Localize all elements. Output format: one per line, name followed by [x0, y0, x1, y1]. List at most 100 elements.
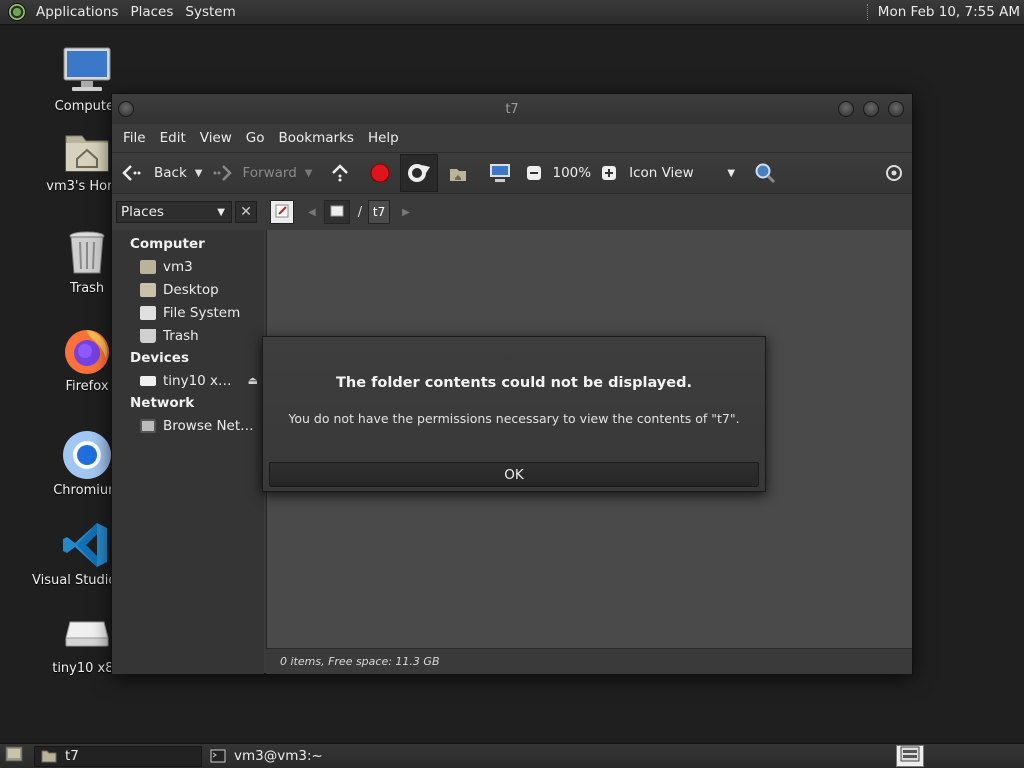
stop-icon[interactable]: [368, 161, 392, 185]
up-arrow-icon[interactable]: [328, 161, 352, 185]
show-desktop-icon: [5, 746, 23, 766]
desktop-folder-icon: [140, 282, 156, 297]
forward-button[interactable]: Forward: [210, 153, 297, 193]
sidebar-item-label: vm3: [163, 258, 193, 275]
status-bar: 0 items, Free space: 11.3 GB: [266, 648, 912, 674]
crumb-root[interactable]: [323, 200, 350, 224]
forward-history-chevron-down-icon[interactable]: ▼: [305, 168, 313, 179]
menu-go[interactable]: Go: [239, 130, 272, 146]
window-title: t7: [505, 101, 519, 117]
sidebar-item-label: Trash: [163, 327, 199, 344]
window-titlebar[interactable]: t7: [112, 94, 912, 124]
sidebar-item-label: tiny10 x…: [163, 372, 232, 389]
taskbar-item-file-manager[interactable]: t7: [34, 745, 202, 767]
sidebar-item-label: File System: [163, 304, 241, 321]
menubar: File Edit View Go Bookmarks Help: [112, 124, 912, 152]
window-menu-button[interactable]: [118, 101, 134, 117]
taskbar-item-terminal[interactable]: vm3@vm3:~: [204, 746, 404, 767]
sidebar-item-desktop[interactable]: Desktop: [112, 278, 264, 301]
drive-icon: [330, 205, 344, 220]
dialog-message: You do not have the permissions necessar…: [288, 411, 740, 426]
close-button[interactable]: [888, 101, 904, 117]
edit-location-button[interactable]: [270, 200, 294, 224]
drive-icon: [62, 608, 112, 658]
filesystem-icon: [140, 305, 156, 320]
throbber-icon: [882, 161, 906, 185]
view-mode-select[interactable]: Icon View ▼: [629, 153, 747, 193]
places-sidebar: Computer vm3 Desktop File System Trash D…: [112, 230, 264, 674]
sidebar-item-browse-network[interactable]: Browse Net…: [112, 414, 264, 437]
search-icon[interactable]: [753, 161, 777, 185]
zoom-in-icon[interactable]: [597, 161, 621, 185]
close-icon: ✕: [240, 204, 252, 220]
crumb-scroll-right-icon[interactable]: ▶: [402, 207, 410, 218]
menu-file[interactable]: File: [116, 130, 153, 146]
back-history-chevron-down-icon[interactable]: ▼: [195, 168, 203, 179]
menu-bookmarks[interactable]: Bookmarks: [272, 130, 361, 146]
sidebar-heading-computer: Computer: [130, 236, 205, 252]
bottom-panel: t7 vm3@vm3:~: [0, 743, 1024, 768]
sidebar-item-tiny10[interactable]: tiny10 x… ⏏: [112, 369, 264, 392]
maximize-button[interactable]: [863, 101, 879, 117]
clock[interactable]: Mon Feb 10, 7:55 AM: [878, 4, 1020, 20]
crumb-scroll-left-icon[interactable]: ◀: [308, 207, 316, 218]
sidebar-item-file-system[interactable]: File System: [112, 301, 264, 324]
computer-icon: [62, 46, 112, 96]
show-desktop-button[interactable]: [2, 746, 26, 767]
mate-logo-icon[interactable]: [8, 3, 26, 21]
top-menu: Applications Places System: [0, 0, 242, 24]
status-text: 0 items, Free space: 11.3 GB: [280, 655, 440, 668]
top-panel: Applications Places System Mon Feb 10, 7…: [0, 0, 1024, 25]
system-menu[interactable]: System: [179, 4, 241, 20]
vscode-icon: [62, 520, 112, 570]
zoom-level[interactable]: 100%: [552, 153, 591, 193]
arrow-right-icon: [210, 161, 234, 185]
error-dialog: The folder contents could not be display…: [262, 336, 766, 492]
home-icon[interactable]: [446, 161, 470, 185]
applications-menu[interactable]: Applications: [30, 4, 124, 20]
menu-help[interactable]: Help: [361, 130, 406, 146]
sidebar-type-select[interactable]: Places ▼: [116, 201, 232, 223]
terminal-icon: [210, 749, 226, 763]
menu-edit[interactable]: Edit: [153, 130, 193, 146]
firefox-icon: [62, 326, 112, 376]
view-mode-chevron-down-icon: ▼: [727, 167, 736, 179]
top-panel-right: Mon Feb 10, 7:55 AM: [866, 0, 1024, 24]
trash-icon: [62, 228, 112, 278]
workspace-switcher[interactable]: [896, 745, 924, 767]
crumb-current[interactable]: t7: [368, 200, 391, 224]
menu-view[interactable]: View: [193, 130, 239, 146]
sidebar-heading-network: Network: [130, 395, 195, 411]
pencil-icon: [275, 204, 289, 221]
home-folder-icon: [140, 259, 156, 274]
sidebar-type-value: Places: [121, 204, 164, 220]
forward-label: Forward: [242, 165, 297, 181]
panel-handle: [866, 4, 870, 20]
back-label: Back: [154, 165, 187, 181]
arrow-left-icon: [120, 161, 144, 185]
taskbar-item-label: vm3@vm3:~: [234, 748, 323, 764]
close-sidebar-button[interactable]: ✕: [235, 201, 257, 223]
crumb-separator: /: [357, 204, 363, 220]
zoom-out-icon[interactable]: [522, 161, 546, 185]
computer-icon[interactable]: [488, 161, 512, 185]
taskbar-item-label: t7: [65, 748, 79, 764]
back-button[interactable]: Back: [120, 153, 187, 193]
chevron-down-icon: ▼: [217, 206, 225, 218]
sidebar-item-trash[interactable]: Trash: [112, 324, 264, 347]
sidebar-item-label: Browse Net…: [163, 417, 254, 434]
ok-button[interactable]: OK: [269, 462, 759, 487]
home-folder-icon: [62, 126, 112, 176]
toolbar: Back ▼ Forward ▼ 100% Icon View ▼: [112, 152, 912, 194]
trash-icon: [140, 328, 156, 343]
dialog-title: The folder contents could not be display…: [336, 375, 692, 391]
crumb-current-label: t7: [372, 205, 386, 219]
sidebar-item-label: Desktop: [163, 281, 219, 298]
folder-icon: [41, 749, 57, 763]
sidebar-item-vm3[interactable]: vm3: [112, 255, 264, 278]
reload-icon[interactable]: [400, 154, 439, 192]
minimize-button[interactable]: [838, 101, 854, 117]
network-icon: [140, 418, 156, 433]
eject-icon[interactable]: ⏏: [248, 374, 258, 387]
places-menu[interactable]: Places: [124, 4, 179, 20]
